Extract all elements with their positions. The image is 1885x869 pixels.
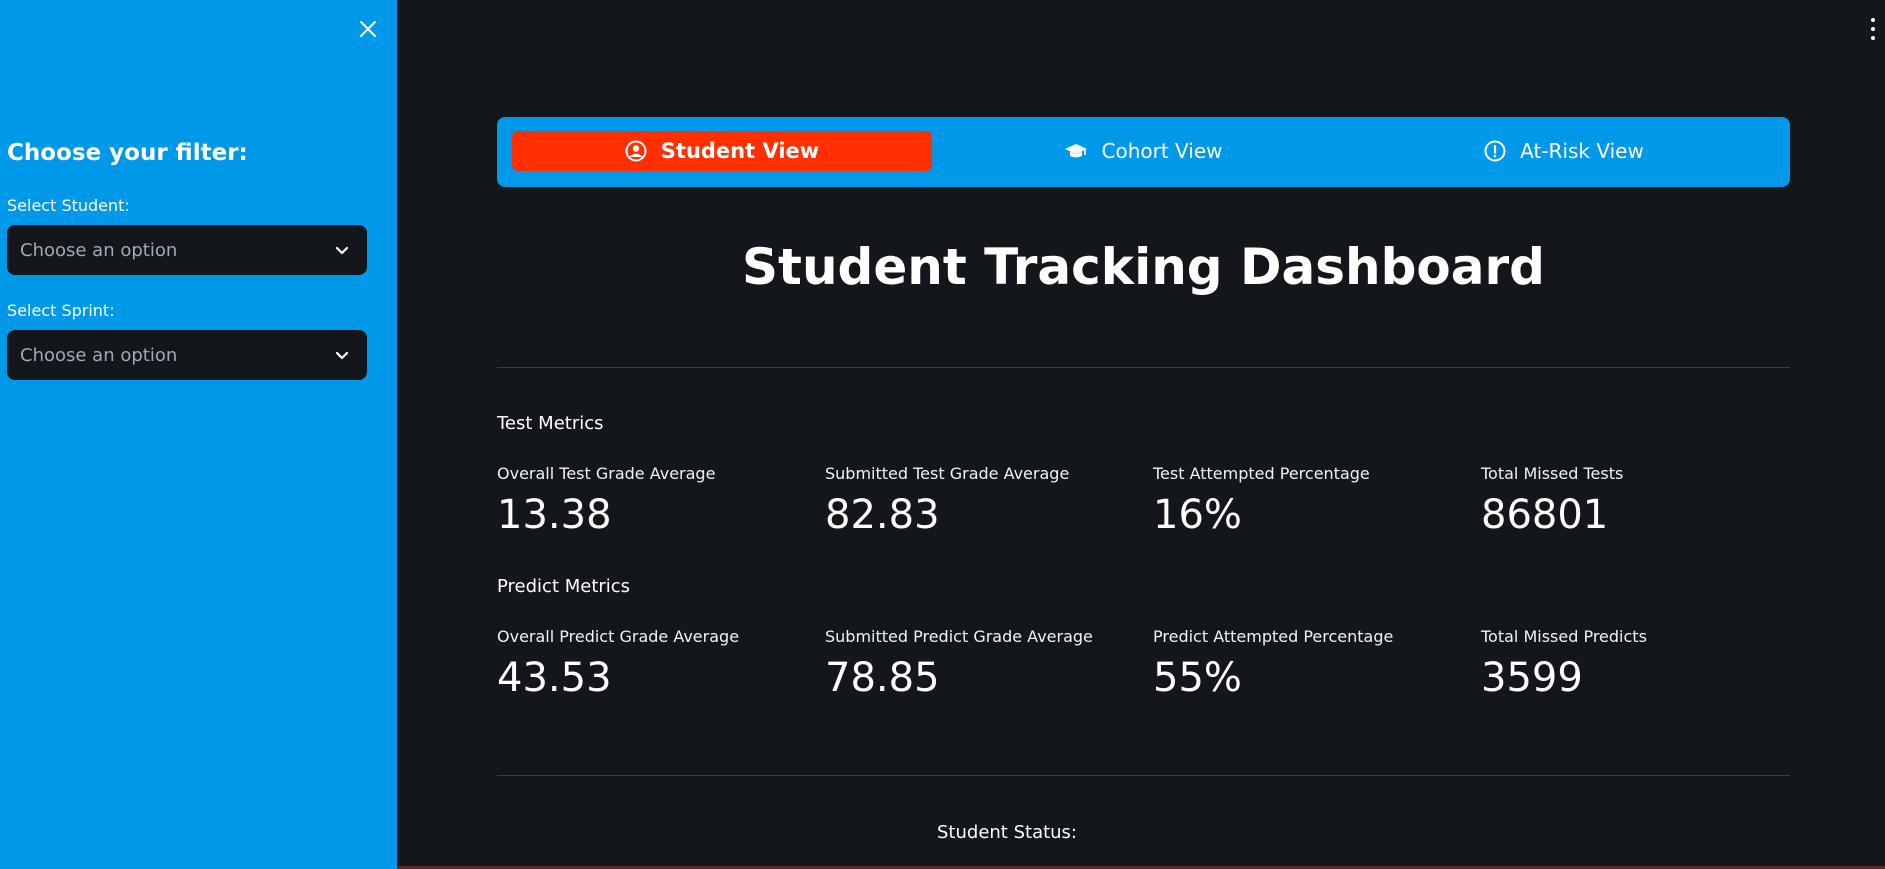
metric-value: 78.85	[825, 655, 940, 701]
metric-value: 16%	[1153, 492, 1242, 538]
metric-value: 82.83	[825, 492, 940, 538]
student-select[interactable]: Choose an option	[7, 225, 367, 275]
view-tabbar: Student View Cohort View At-Risk View	[497, 117, 1790, 187]
metric-total-missed-tests: Total Missed Tests 86801	[1481, 464, 1801, 537]
metric-value: 43.53	[497, 655, 612, 701]
tab-label: Cohort View	[1101, 139, 1223, 163]
chevron-down-icon	[335, 351, 349, 359]
metric-overall-test-grade: Overall Test Grade Average 13.38	[497, 464, 817, 537]
chevron-down-icon	[335, 246, 349, 254]
student-select-placeholder: Choose an option	[20, 239, 178, 261]
main-menu-button[interactable]	[1869, 18, 1877, 40]
metric-overall-predict-grade: Overall Predict Grade Average 43.53	[497, 627, 817, 700]
filter-title: Choose your filter:	[7, 140, 248, 166]
close-sidebar-button[interactable]	[355, 16, 381, 42]
metric-label: Submitted Test Grade Average	[825, 464, 1070, 483]
metric-label: Total Missed Predicts	[1481, 627, 1647, 646]
sprint-select[interactable]: Choose an option	[7, 330, 367, 380]
menu-dot-icon	[1871, 18, 1875, 22]
graduation-cap-icon	[1064, 144, 1087, 158]
metric-predict-attempted-percentage: Predict Attempted Percentage 55%	[1153, 627, 1473, 700]
metric-test-attempted-percentage: Test Attempted Percentage 16%	[1153, 464, 1473, 537]
tab-student-view[interactable]: Student View	[512, 131, 932, 171]
user-circle-icon	[625, 140, 647, 162]
metric-label: Predict Attempted Percentage	[1153, 627, 1394, 646]
tab-at-risk-view[interactable]: At-Risk View	[1354, 131, 1774, 171]
metric-value: 13.38	[497, 492, 612, 538]
tab-label: At-Risk View	[1520, 139, 1644, 163]
predict-metrics-heading: Predict Metrics	[497, 576, 631, 597]
menu-dot-icon	[1871, 27, 1875, 31]
divider	[497, 367, 1790, 368]
metric-value: 3599	[1481, 655, 1583, 701]
sprint-select-placeholder: Choose an option	[20, 344, 178, 366]
metric-submitted-predict-grade: Submitted Predict Grade Average 78.85	[825, 627, 1145, 700]
page-title: Student Tracking Dashboard	[742, 238, 1545, 296]
metric-value: 86801	[1481, 492, 1609, 538]
test-metrics-heading: Test Metrics	[497, 413, 604, 434]
metric-label: Total Missed Tests	[1481, 464, 1624, 483]
student-status-label: Student Status:	[937, 822, 1078, 843]
sprint-select-label: Select Sprint:	[7, 301, 115, 320]
metric-submitted-test-grade: Submitted Test Grade Average 82.83	[825, 464, 1145, 537]
student-select-label: Select Student:	[7, 196, 130, 215]
metric-label: Test Attempted Percentage	[1153, 464, 1370, 483]
metric-value: 55%	[1153, 655, 1242, 701]
sidebar: Choose your filter: Select Student: Choo…	[0, 0, 397, 869]
divider	[497, 775, 1790, 776]
close-icon	[360, 21, 376, 37]
alert-circle-icon	[1484, 140, 1506, 162]
metric-label: Overall Test Grade Average	[497, 464, 716, 483]
metric-label: Submitted Predict Grade Average	[825, 627, 1093, 646]
tab-label: Student View	[660, 139, 820, 163]
menu-dot-icon	[1871, 36, 1875, 40]
metric-label: Overall Predict Grade Average	[497, 627, 740, 646]
metric-total-missed-predicts: Total Missed Predicts 3599	[1481, 627, 1801, 700]
tab-cohort-view[interactable]: Cohort View	[933, 131, 1353, 171]
